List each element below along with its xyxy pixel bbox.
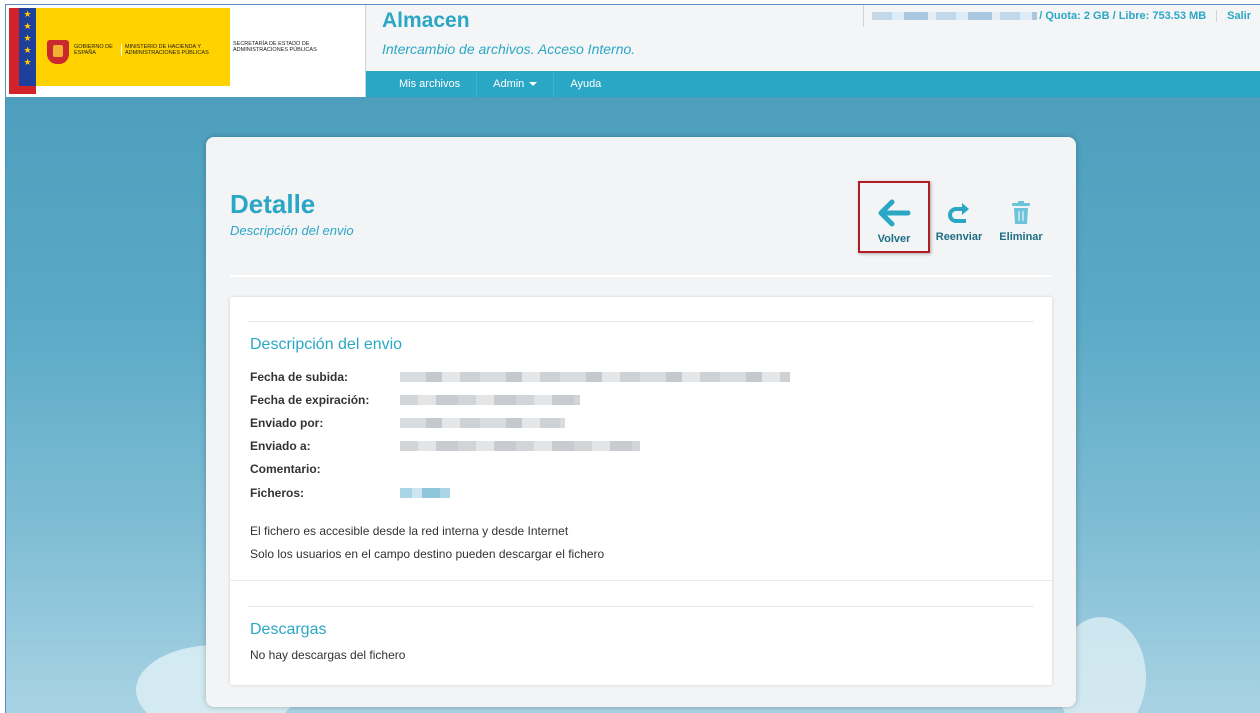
label-comentario: Comentario: xyxy=(250,462,321,476)
reenviar-button[interactable]: Reenviar xyxy=(930,181,988,253)
header: ★ ★ ★ ★ ★ GOBIERNO DE ESPAÑA MINISTERIO DE H… xyxy=(6,5,1260,97)
caret-down-icon xyxy=(529,82,538,87)
redo-arrow-icon xyxy=(930,181,988,225)
page-subtitle: Descripción del envio xyxy=(230,223,354,238)
label-ficheros: Ficheros: xyxy=(250,486,305,500)
user-name-redacted xyxy=(872,12,1038,20)
access-note: El fichero es accesible desde la red int… xyxy=(250,524,569,538)
label-fecha-subida: Fecha de subida: xyxy=(250,370,349,384)
value-fecha-expiracion-redacted xyxy=(400,395,580,405)
label-enviado-por: Enviado por: xyxy=(250,416,324,430)
detail-card: Detalle Descripción del envio Volver Ree… xyxy=(206,137,1076,707)
nav-item-admin[interactable]: Admin xyxy=(477,71,555,97)
nav-item-admin-label: Admin xyxy=(493,78,525,90)
section-title-descripcion: Descripción del envio xyxy=(250,336,403,353)
eliminar-label: Eliminar xyxy=(999,231,1043,243)
app-title: Almacen xyxy=(382,9,470,32)
browser-frame: ★ ★ ★ ★ ★ GOBIERNO DE ESPAÑA MINISTERIO DE H… xyxy=(5,4,1260,713)
trash-icon xyxy=(992,181,1050,225)
logo-ministerio-text: MINISTERIO DE HACIENDA Y ADMINISTRACIONE… xyxy=(121,44,231,56)
users-note: Solo los usuarios en el campo destino pu… xyxy=(250,547,605,561)
logout-link[interactable]: Salir xyxy=(1216,10,1260,22)
logo-gobierno-text: GOBIERNO DE ESPAÑA xyxy=(74,44,113,56)
action-toolbar: Volver Reenviar Eliminar xyxy=(858,181,1048,253)
file-link-redacted[interactable] xyxy=(400,488,450,498)
arrow-left-icon xyxy=(860,183,928,227)
volver-button[interactable]: Volver xyxy=(858,181,930,253)
value-enviado-por-redacted xyxy=(400,418,565,428)
reenviar-label: Reenviar xyxy=(935,231,983,243)
app-subtitle: Intercambio de archivos. Acceso Interno. xyxy=(382,41,636,57)
nav-item-ayuda[interactable]: Ayuda xyxy=(554,71,617,97)
label-enviado-a: Enviado a: xyxy=(250,439,311,453)
logo-secretaria-text: SECRETARÍA DE ESTADO DE ADMINISTRACIONES… xyxy=(233,41,317,53)
eu-flag: ★ ★ ★ ★ ★ xyxy=(19,8,36,86)
divider xyxy=(230,275,1052,277)
government-logo[interactable]: ★ ★ ★ ★ ★ GOBIERNO DE ESPAÑA MINISTERIO DE H… xyxy=(6,5,366,97)
quota-text: / Quota: 2 GB / Libre: 753.53 MB xyxy=(1039,10,1207,22)
section-title-descargas: Descargas xyxy=(250,621,327,638)
page-title: Detalle xyxy=(230,189,316,219)
value-fecha-subida-redacted xyxy=(400,372,790,382)
value-enviado-a-redacted xyxy=(400,441,640,451)
coat-of-arms-icon xyxy=(47,40,69,64)
user-bar: / Quota: 2 GB / Libre: 753.53 MB Salir xyxy=(863,5,1260,27)
label-fecha-expiracion: Fecha de expiración: xyxy=(250,393,370,407)
volver-label: Volver xyxy=(877,233,911,245)
main-nav: Mis archivos Admin Ayuda xyxy=(366,71,1260,97)
downloads-empty-text: No hay descargas del fichero xyxy=(250,648,406,662)
eliminar-button[interactable]: Eliminar xyxy=(992,181,1050,253)
detail-panel: Descripción del envio Fecha de subida: F… xyxy=(230,297,1052,685)
nav-item-mis-archivos[interactable]: Mis archivos xyxy=(383,71,478,97)
